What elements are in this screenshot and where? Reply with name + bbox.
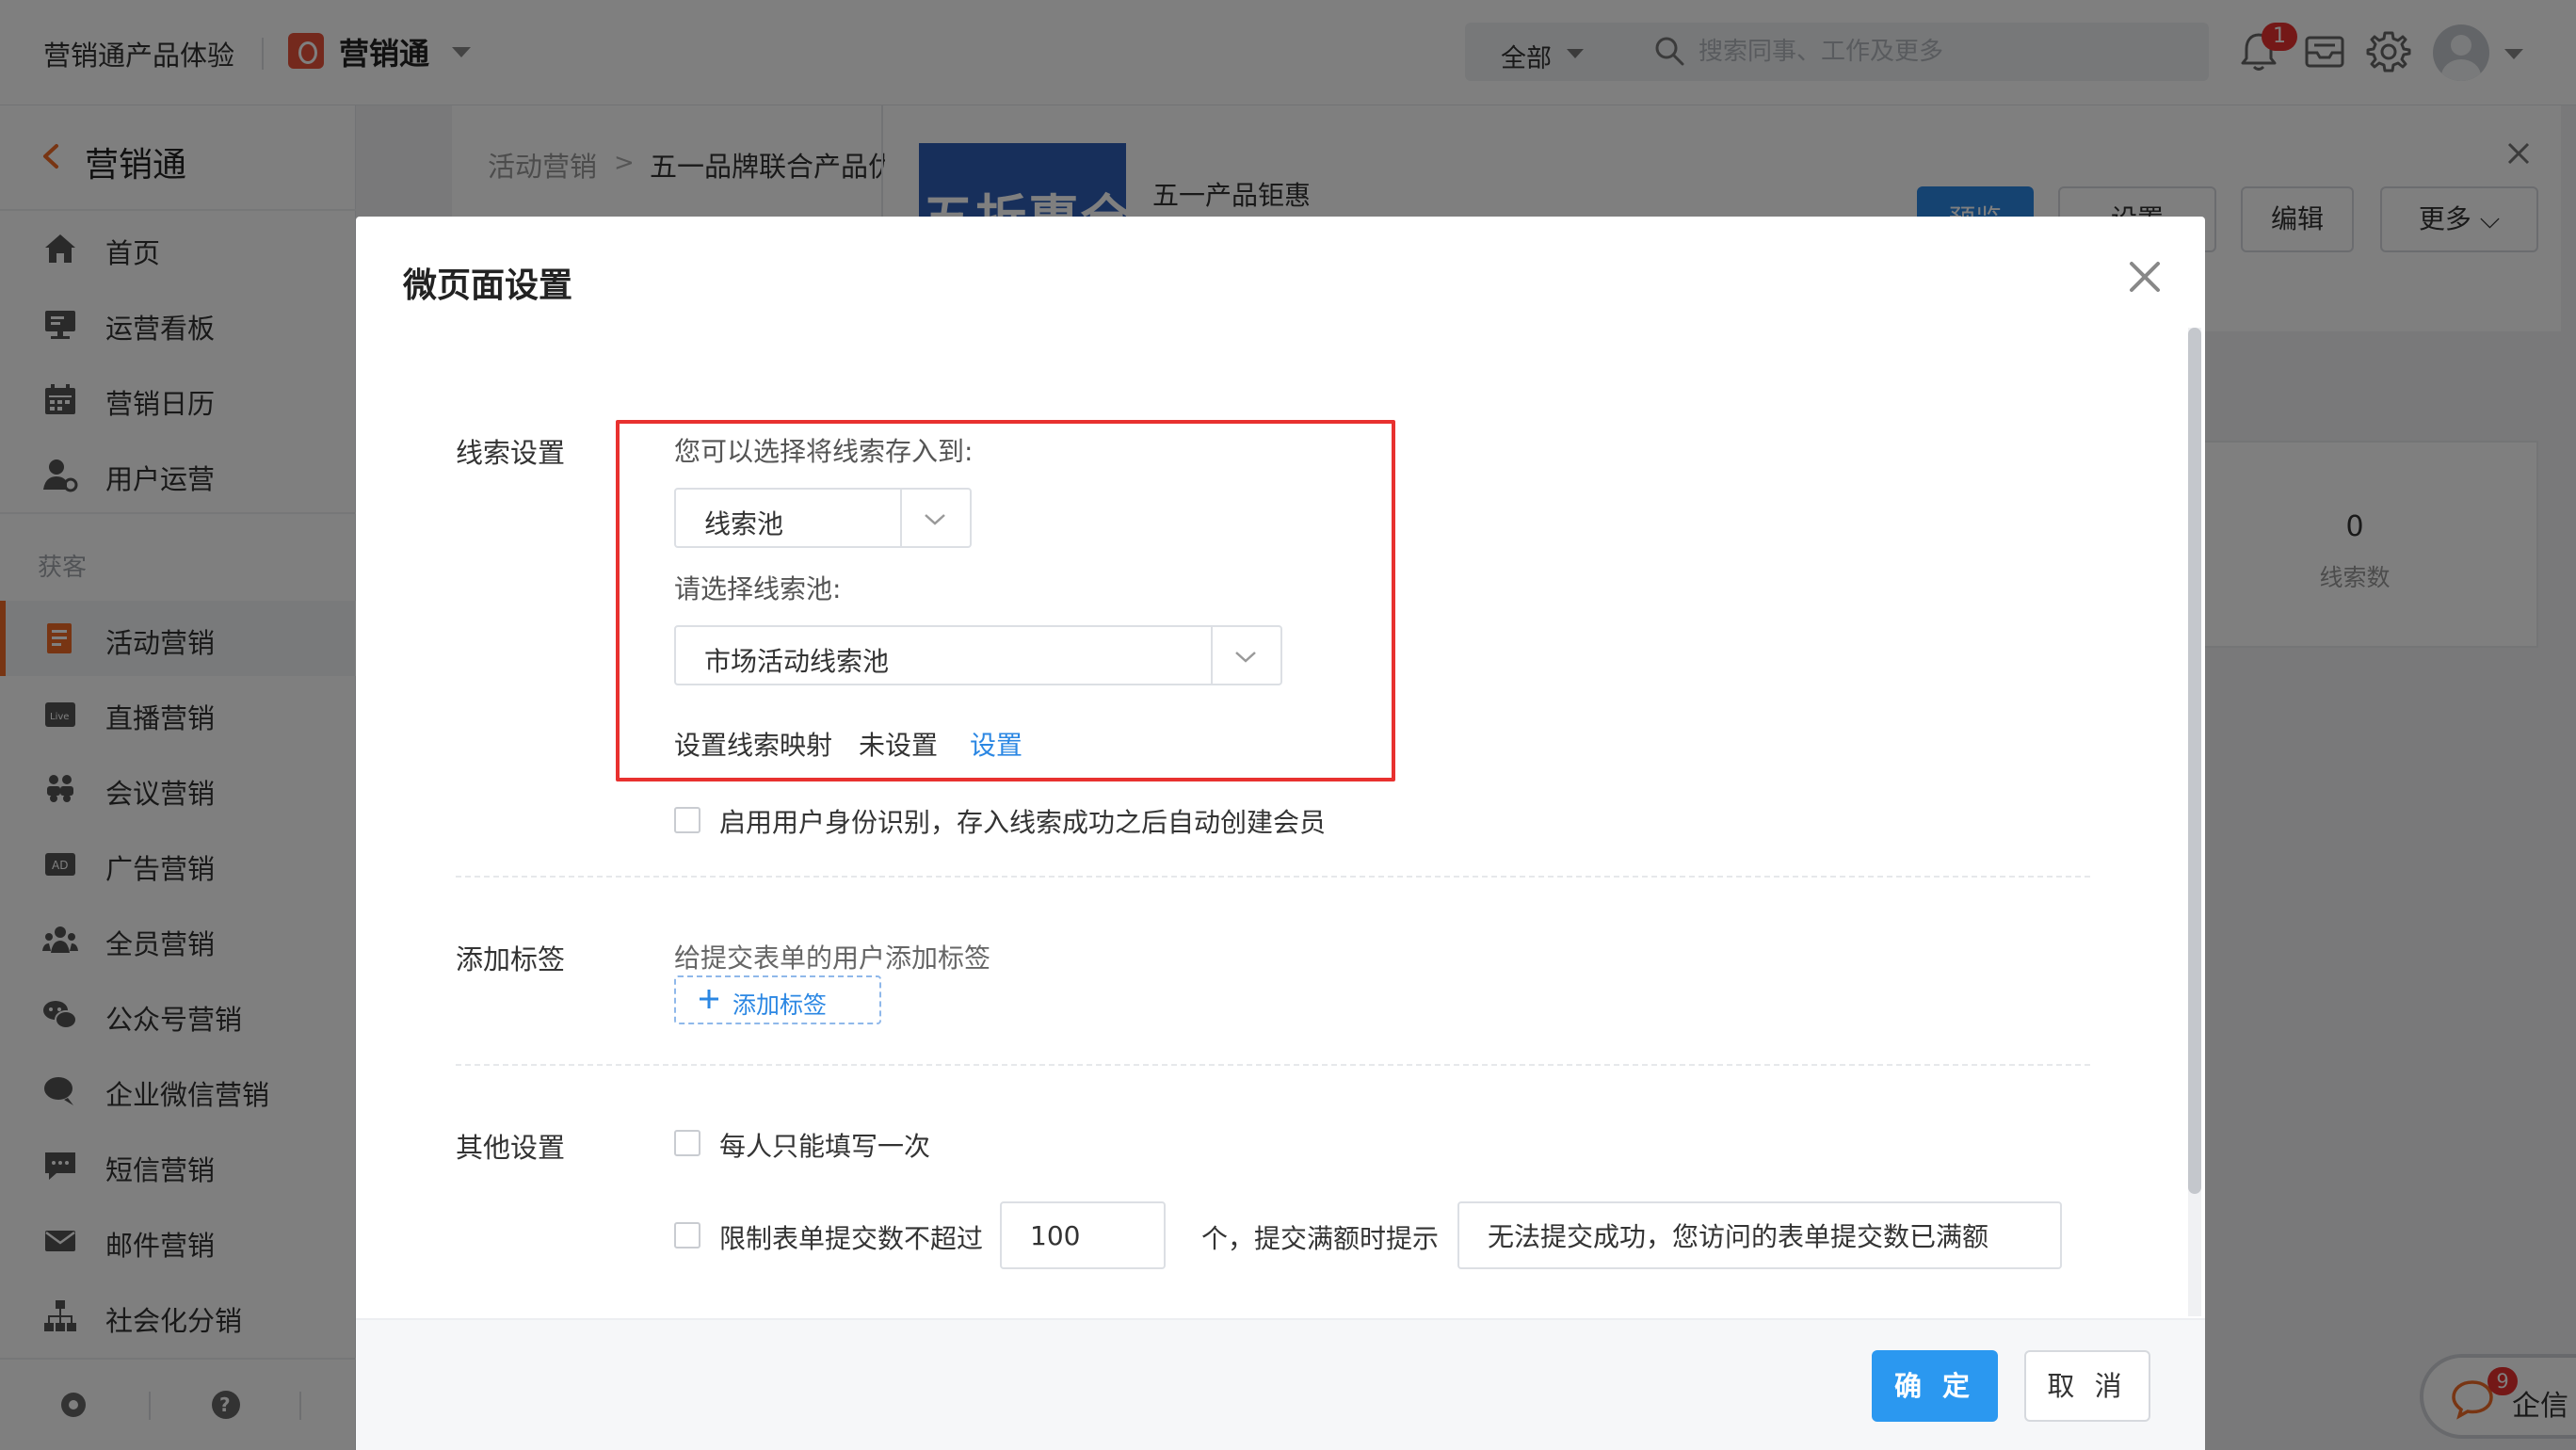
- identity-checkbox[interactable]: [674, 807, 700, 833]
- scrollbar-thumb[interactable]: [2188, 328, 2201, 1194]
- lead-mapping-status: 未设置: [859, 730, 939, 761]
- lead-settings-label: 线索设置: [456, 437, 566, 469]
- tags-label: 添加标签: [456, 943, 566, 975]
- micro-page-settings-dialog: 微页面设置 线索设置 您可以选择将线索存入到: 线索池 请选择线索池: 市场活动…: [356, 217, 2205, 1450]
- limit-count-input[interactable]: [1000, 1201, 1166, 1269]
- other-settings-label: 其他设置: [456, 1132, 566, 1164]
- limit-message-input[interactable]: [1457, 1201, 2062, 1269]
- divider: [456, 1064, 2090, 1066]
- dialog-footer: 确 定 取 消: [356, 1318, 2205, 1450]
- limit-label[interactable]: 限制表单提交数不超过: [719, 1218, 983, 1256]
- identity-checkbox-label[interactable]: 启用用户身份识别，存入线索成功之后自动创建会员: [719, 802, 1326, 840]
- tags-hint: 给提交表单的用户添加标签: [674, 942, 991, 974]
- plus-icon: [700, 990, 718, 1008]
- divider: [456, 876, 2090, 878]
- chevron-down-icon: [1235, 652, 1256, 663]
- close-icon[interactable]: [2126, 258, 2164, 296]
- divider: [900, 490, 902, 546]
- once-only-label[interactable]: 每人只能填写一次: [719, 1126, 930, 1164]
- pool-hint: 请选择线索池:: [674, 573, 842, 604]
- divider: [1211, 627, 1213, 684]
- lead-store-value: 线索池: [704, 508, 784, 540]
- limit-suffix: 个，提交满额时提示: [1201, 1223, 1440, 1254]
- limit-checkbox[interactable]: [674, 1222, 700, 1249]
- store-hint: 您可以选择将线索存入到:: [674, 436, 974, 467]
- cancel-button[interactable]: 取 消: [2024, 1350, 2150, 1422]
- scrollbar[interactable]: [2188, 328, 2201, 1316]
- confirm-button[interactable]: 确 定: [1872, 1350, 1998, 1422]
- chevron-down-icon: [925, 514, 945, 525]
- add-tag-button[interactable]: 添加标签: [674, 975, 881, 1024]
- lead-mapping-label: 设置线索映射: [674, 730, 833, 761]
- add-tag-label: 添加标签: [733, 991, 828, 1019]
- dialog-title: 微页面设置: [403, 266, 573, 305]
- lead-mapping-set-link[interactable]: 设置: [970, 725, 1022, 763]
- lead-pool-select[interactable]: 市场活动线索池: [674, 625, 1282, 685]
- once-only-checkbox[interactable]: [674, 1130, 700, 1156]
- lead-store-select[interactable]: 线索池: [674, 488, 972, 548]
- lead-pool-value: 市场活动线索池: [704, 646, 890, 677]
